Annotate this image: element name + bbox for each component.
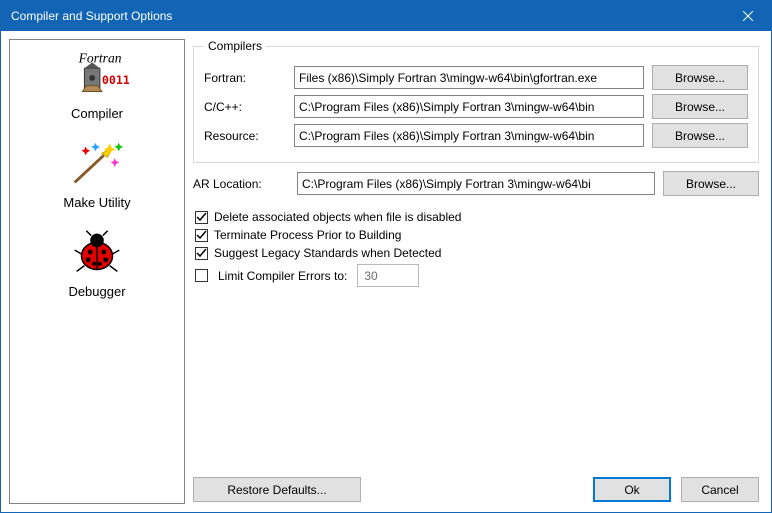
terminate-process-label: Terminate Process Prior to Building (214, 228, 401, 242)
resource-input[interactable] (294, 124, 644, 147)
restore-defaults-button[interactable]: Restore Defaults... (193, 477, 361, 502)
make-utility-icon (65, 137, 129, 193)
fortran-input[interactable] (294, 66, 644, 89)
check-icon (196, 248, 207, 259)
terminate-process-row: Terminate Process Prior to Building (195, 228, 763, 242)
svg-text:0011: 0011 (102, 73, 129, 87)
titlebar: Compiler and Support Options (1, 1, 771, 31)
sidebar-item-make-utility[interactable]: Make Utility (10, 135, 184, 210)
suggest-legacy-row: Suggest Legacy Standards when Detected (195, 246, 763, 260)
delete-objects-checkbox[interactable] (195, 211, 208, 224)
ar-input[interactable] (297, 172, 655, 195)
limit-errors-row: Limit Compiler Errors to: (195, 264, 763, 287)
close-icon (743, 11, 753, 21)
sidebar-item-debugger[interactable]: Debugger (10, 224, 184, 299)
ok-button[interactable]: Ok (593, 477, 671, 502)
compiler-icon: Fortran 0011 (65, 48, 129, 104)
sidebar-item-compiler[interactable]: Fortran 0011 Compiler (10, 46, 184, 121)
limit-errors-checkbox[interactable] (195, 269, 208, 282)
window-title: Compiler and Support Options (11, 9, 725, 23)
fortran-row: Fortran: Browse... (204, 65, 748, 90)
main-panel: Compilers Fortran: Browse... C/C++: Brow… (193, 39, 763, 504)
sidebar-item-label: Make Utility (63, 195, 130, 210)
ar-browse-button[interactable]: Browse... (663, 171, 759, 196)
cancel-button[interactable]: Cancel (681, 477, 759, 502)
svg-text:Fortran: Fortran (78, 50, 122, 65)
compilers-legend: Compilers (204, 39, 266, 53)
button-bar: Restore Defaults... Ok Cancel (193, 477, 763, 504)
suggest-legacy-checkbox[interactable] (195, 247, 208, 260)
resource-label: Resource: (204, 129, 286, 143)
content-area: Fortran 0011 Compiler (1, 31, 771, 512)
debugger-icon (65, 226, 129, 282)
fortran-label: Fortran: (204, 71, 286, 85)
check-icon (196, 230, 207, 241)
delete-objects-row: Delete associated objects when file is d… (195, 210, 763, 224)
ccpp-label: C/C++: (204, 100, 286, 114)
resource-row: Resource: Browse... (204, 123, 748, 148)
ar-row: AR Location: Browse... (193, 171, 759, 196)
sidebar-item-label: Compiler (71, 106, 123, 121)
terminate-process-checkbox[interactable] (195, 229, 208, 242)
limit-errors-label: Limit Compiler Errors to: (218, 269, 347, 283)
check-icon (196, 212, 207, 223)
ar-label: AR Location: (193, 177, 289, 191)
main-content: Compilers Fortran: Browse... C/C++: Brow… (193, 39, 763, 477)
compilers-group: Compilers Fortran: Browse... C/C++: Brow… (193, 39, 759, 163)
delete-objects-label: Delete associated objects when file is d… (214, 210, 461, 224)
resource-browse-button[interactable]: Browse... (652, 123, 748, 148)
limit-errors-input (357, 264, 419, 287)
close-button[interactable] (725, 1, 771, 31)
suggest-legacy-label: Suggest Legacy Standards when Detected (214, 246, 441, 260)
ccpp-browse-button[interactable]: Browse... (652, 94, 748, 119)
fortran-browse-button[interactable]: Browse... (652, 65, 748, 90)
ccpp-input[interactable] (294, 95, 644, 118)
sidebar-item-label: Debugger (68, 284, 125, 299)
sidebar: Fortran 0011 Compiler (9, 39, 185, 504)
ccpp-row: C/C++: Browse... (204, 94, 748, 119)
